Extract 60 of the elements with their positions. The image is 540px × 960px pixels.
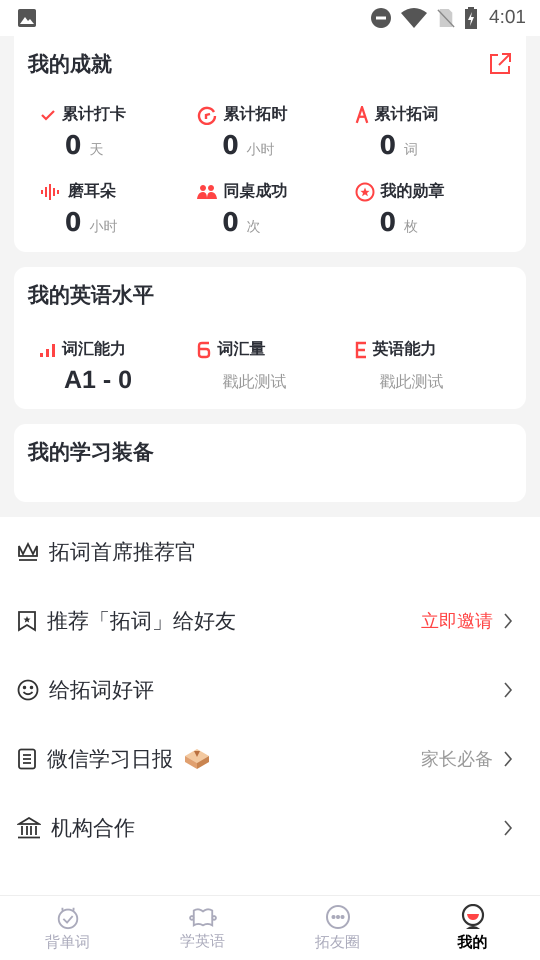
clock-icon — [197, 104, 218, 124]
bank-icon — [17, 816, 41, 838]
stat-unit: 枚 — [404, 218, 418, 236]
number-six-icon — [197, 340, 212, 358]
stat-unit: 词 — [404, 141, 418, 159]
clock-time: 4:01 — [489, 7, 526, 29]
crown-icon — [17, 542, 39, 562]
stat-label: 累计拓词 — [374, 104, 439, 125]
no-sim-icon — [437, 8, 456, 28]
image-icon — [17, 8, 37, 28]
menu-item[interactable]: 机构合作 — [0, 793, 540, 862]
stat-label: 累计打卡 — [62, 104, 126, 125]
chat-bubble-icon — [324, 904, 350, 930]
do-not-disturb-icon — [371, 8, 392, 28]
mascot-face-icon — [460, 904, 486, 930]
menu-item[interactable]: 推荐「拓词」给好友 立即邀请 — [0, 586, 540, 655]
letter-e-icon — [354, 340, 367, 358]
stat-value: 0 — [380, 208, 396, 238]
level-label: 词汇能力 — [62, 339, 126, 360]
stat-value: 0 — [65, 131, 82, 161]
battery-icon — [465, 7, 478, 29]
tab[interactable]: 我的 — [405, 896, 540, 960]
menu-label: 推荐「拓词」给好友 — [47, 608, 236, 634]
stat-unit: 天 — [89, 141, 104, 159]
menu-item[interactable]: 微信学习日报 家长必备 — [0, 724, 540, 793]
stat-label: 同桌成功 — [223, 181, 288, 202]
menu-note: 立即邀请 — [421, 610, 493, 632]
letter-a-icon — [354, 106, 369, 124]
card-title: 我的成就 — [28, 51, 112, 78]
share-icon[interactable] — [488, 52, 512, 76]
card-title: 我的英语水平 — [28, 282, 155, 309]
stat-value: 0 — [222, 131, 239, 161]
stat-value: 0 — [222, 208, 239, 238]
smiley-icon — [17, 678, 39, 700]
stat-value: 0 — [380, 131, 396, 161]
card-title: 我的学习装备 — [28, 439, 155, 466]
menu-label: 微信学习日报 — [47, 746, 173, 772]
level-score: A1 - 0 — [63, 366, 132, 395]
menu-note: 家长必备 — [421, 748, 493, 770]
menu-item[interactable]: 拓词首席推荐官 — [0, 517, 540, 586]
level-label: 词汇量 — [217, 339, 266, 360]
bookmark-star-icon — [17, 610, 37, 632]
menu-label: 给拓词好评 — [49, 676, 154, 704]
stat-label: 磨耳朵 — [68, 181, 116, 202]
document-icon — [17, 748, 37, 770]
signal-bars-icon — [40, 342, 56, 356]
stat-unit: 次 — [246, 218, 261, 236]
stat-unit: 小时 — [89, 218, 118, 236]
medal-icon — [354, 182, 375, 202]
menu-label: 机构合作 — [51, 814, 135, 842]
menu-item[interactable]: 给拓词好评 — [0, 655, 540, 724]
stat-label: 我的勋章 — [380, 181, 445, 202]
level-label: 英语能力 — [372, 339, 437, 360]
stat-value: 0 — [65, 208, 82, 238]
sound-wave-icon — [40, 184, 62, 200]
people-icon — [197, 184, 218, 200]
wifi-icon — [401, 8, 428, 28]
stat-label: 累计拓时 — [223, 104, 288, 125]
menu-label: 拓词首席推荐官 — [49, 538, 196, 566]
stat-unit: 小时 — [246, 141, 275, 159]
